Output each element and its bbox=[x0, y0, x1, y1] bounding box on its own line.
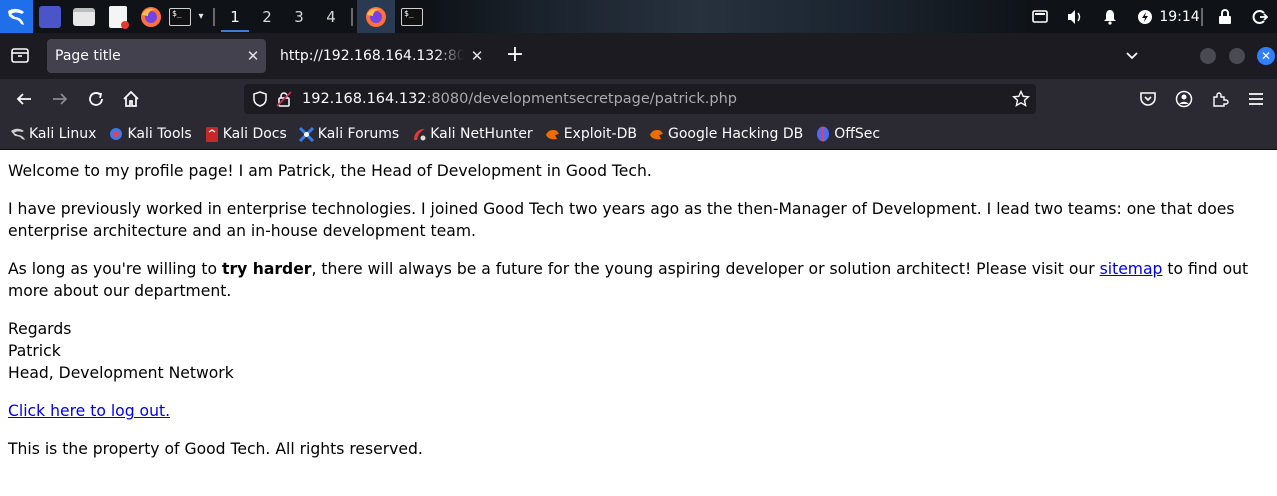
system-tray: 19:14 bbox=[1022, 0, 1277, 33]
home-icon[interactable] bbox=[119, 87, 143, 111]
bookmark-exploit-db[interactable]: Exploit-DB bbox=[545, 126, 637, 142]
bookmark-label: Kali Docs bbox=[222, 126, 287, 142]
firefox-task-icon[interactable] bbox=[357, 0, 395, 33]
pocket-icon[interactable] bbox=[1136, 87, 1160, 111]
tab-title: http://192.168.164.132:8080/ bbox=[280, 48, 464, 64]
motto-text: As long as you're willing to bbox=[8, 260, 222, 278]
tab-url[interactable]: http://192.168.164.132:8080/ ✕ bbox=[270, 39, 490, 73]
workspace-1[interactable]: 1 bbox=[219, 0, 251, 33]
power-manager-icon[interactable] bbox=[1127, 0, 1162, 33]
bookmark-kali-forums[interactable]: Kali Forums bbox=[299, 126, 399, 142]
page-content: Welcome to my profile page! I am Patrick… bbox=[0, 151, 1277, 496]
notification-bell-icon[interactable] bbox=[1092, 0, 1127, 33]
experience-paragraph: I have previously worked in enterprise t… bbox=[8, 200, 1235, 240]
text-editor-icon[interactable] bbox=[101, 0, 135, 33]
show-desktop-icon[interactable] bbox=[33, 0, 67, 33]
kali-dragon-icon bbox=[10, 126, 26, 142]
back-arrow-icon[interactable] bbox=[12, 87, 36, 111]
system-taskbar: $_ ▾ 1 2 3 4 $_ 19:14 bbox=[0, 0, 1277, 33]
kali-docs-icon bbox=[204, 126, 220, 142]
taskbar-separator bbox=[213, 7, 215, 26]
footer-text: This is the property of Good Tech. All r… bbox=[8, 440, 423, 458]
volume-icon[interactable] bbox=[1057, 0, 1092, 33]
bookmark-kali-linux[interactable]: Kali Linux bbox=[10, 126, 96, 142]
bookmark-label: Kali NetHunter bbox=[430, 126, 533, 142]
bookmark-offsec[interactable]: OffSec bbox=[815, 126, 880, 142]
tracking-protection-shield-icon[interactable] bbox=[248, 91, 272, 107]
bookmark-kali-docs[interactable]: Kali Docs bbox=[204, 126, 287, 142]
tab-title: Page title bbox=[55, 48, 121, 64]
clock[interactable]: 19:14 bbox=[1159, 0, 1199, 33]
workspace-4[interactable]: 4 bbox=[315, 0, 347, 33]
motto-bold: try harder bbox=[222, 260, 312, 278]
signature-regards: Regards bbox=[8, 320, 72, 338]
motto-text: , there will always be a future for the … bbox=[311, 260, 1100, 278]
terminal-icon[interactable]: $_ bbox=[167, 0, 193, 33]
close-window-icon[interactable]: ✕ bbox=[1257, 47, 1275, 65]
maximize-window-icon[interactable] bbox=[1229, 48, 1245, 64]
sitemap-link[interactable]: sitemap bbox=[1100, 260, 1163, 278]
signature-block: Regards Patrick Head, Development Networ… bbox=[8, 318, 1269, 384]
bookmark-label: Exploit-DB bbox=[563, 126, 637, 142]
signature-name: Patrick bbox=[8, 342, 61, 360]
display-icon[interactable] bbox=[1022, 0, 1057, 33]
chevron-down-icon[interactable]: ▾ bbox=[193, 0, 209, 33]
firefox-view-icon[interactable] bbox=[10, 45, 30, 69]
taskbar-separator bbox=[351, 7, 353, 26]
url-host: 192.168.164.132 bbox=[302, 91, 427, 107]
motto-paragraph: As long as you're willing to try harder,… bbox=[8, 258, 1269, 302]
list-all-tabs-chevron-icon[interactable] bbox=[1124, 47, 1140, 67]
bookmark-star-icon[interactable] bbox=[1011, 89, 1031, 112]
extensions-icon[interactable] bbox=[1208, 87, 1232, 111]
url-path: :8080/developmentsecretpage/patrick.php bbox=[426, 91, 738, 107]
logout-link[interactable]: Click here to log out. bbox=[8, 402, 170, 420]
tray-separator bbox=[1201, 7, 1203, 26]
forward-arrow-icon[interactable] bbox=[48, 87, 72, 111]
file-manager-icon[interactable] bbox=[67, 0, 101, 33]
bookmark-kali-tools[interactable]: Kali Tools bbox=[108, 126, 192, 142]
url-text[interactable]: 192.168.164.132:8080/developmentsecretpa… bbox=[302, 91, 737, 107]
ghdb-icon bbox=[649, 126, 665, 142]
hamburger-menu-icon[interactable] bbox=[1244, 87, 1268, 111]
bookmark-label: Kali Linux bbox=[29, 126, 97, 142]
url-bar[interactable]: 192.168.164.132:8080/developmentsecretpa… bbox=[244, 84, 1036, 114]
lock-screen-icon[interactable] bbox=[1207, 0, 1242, 33]
logout-paragraph: Click here to log out. bbox=[8, 400, 1269, 422]
navigation-toolbar: 192.168.164.132:8080/developmentsecretpa… bbox=[0, 79, 1277, 119]
intro-paragraph: Welcome to my profile page! I am Patrick… bbox=[8, 162, 652, 180]
new-tab-plus-icon[interactable]: + bbox=[504, 44, 526, 67]
account-icon[interactable] bbox=[1172, 87, 1196, 111]
bookmark-kali-nethunter[interactable]: Kali NetHunter bbox=[411, 126, 533, 142]
bookmark-label: Google Hacking DB bbox=[667, 126, 804, 142]
kali-menu-icon[interactable] bbox=[0, 0, 33, 33]
terminal-task-icon[interactable]: $_ bbox=[395, 0, 429, 33]
insecure-lock-icon[interactable] bbox=[272, 91, 296, 107]
bookmark-label: OffSec bbox=[834, 126, 881, 142]
bookmarks-toolbar: Kali Linux Kali Tools Kali Docs Kali For… bbox=[0, 119, 1277, 150]
bookmark-google-hacking-db[interactable]: Google Hacking DB bbox=[649, 126, 803, 142]
bookmark-label: Kali Forums bbox=[317, 126, 400, 142]
signature-role: Head, Development Network bbox=[8, 364, 234, 382]
tab-close-icon[interactable]: ✕ bbox=[240, 47, 266, 65]
workspace-2[interactable]: 2 bbox=[251, 0, 283, 33]
nethunter-icon bbox=[411, 126, 427, 142]
firefox-icon[interactable] bbox=[135, 0, 167, 33]
browser-tab-bar: Page title ✕ http://192.168.164.132:8080… bbox=[0, 33, 1277, 79]
kali-forums-icon bbox=[299, 126, 315, 142]
minimize-window-icon[interactable] bbox=[1200, 48, 1216, 64]
kali-tools-icon bbox=[108, 126, 124, 142]
tab-close-icon[interactable]: ✕ bbox=[464, 47, 490, 65]
tab-page-title[interactable]: Page title ✕ bbox=[47, 39, 266, 73]
reload-icon[interactable] bbox=[84, 87, 108, 111]
logout-icon[interactable] bbox=[1242, 0, 1277, 33]
bookmark-label: Kali Tools bbox=[127, 126, 192, 142]
offsec-icon bbox=[815, 126, 831, 142]
exploit-db-icon bbox=[545, 126, 561, 142]
workspace-3[interactable]: 3 bbox=[283, 0, 315, 33]
taskbar-wallpaper bbox=[430, 0, 1030, 33]
